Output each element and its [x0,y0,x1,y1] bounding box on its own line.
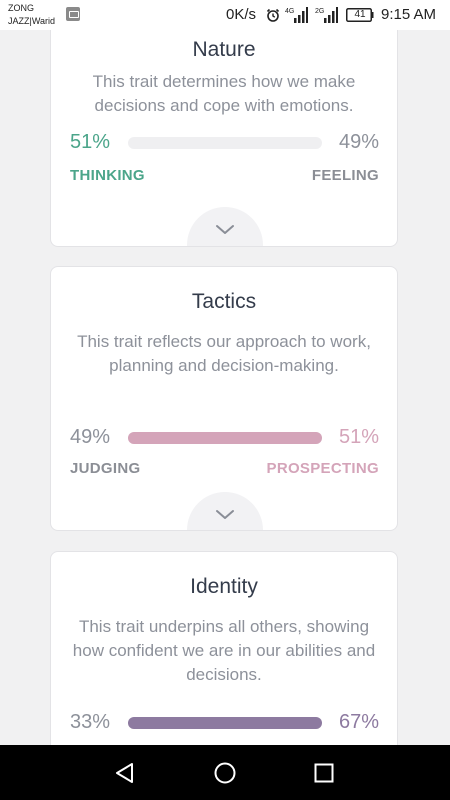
chevron-down-icon [216,510,234,519]
trait-bar-fill [128,432,322,444]
navigation-bar [0,745,450,800]
network-speed: 0K/s [226,6,257,23]
left-percent: 51% [70,131,111,153]
trait-description: This trait underpins all others, showing… [72,617,376,684]
carrier-name-1: ZONG [8,3,34,13]
right-percent: 49% [338,131,379,153]
right-trait-label: FEELING [311,167,379,184]
trait-description: This trait reflects our approach to work… [77,332,371,375]
right-trait-label: PROSPECTING [266,460,379,477]
back-icon[interactable] [112,760,138,786]
trait-title: Tactics [191,290,257,313]
trait-bar-fill [128,717,322,729]
left-trait-label: THINKING [70,167,145,184]
signal-icon: 4G [285,7,308,23]
expand-button[interactable] [187,492,263,530]
network-type-label: 4G [285,8,294,15]
right-percent: 67% [338,711,379,733]
status-bar: ZONG JAZZ|Warid 0K/s 4G 2G 41 9:15 AM [0,0,450,30]
alarm-icon [266,8,280,22]
left-trait-label: JUDGING [70,460,141,477]
trait-bar [128,137,322,149]
trait-card-nature[interactable]: Nature This trait determines how we make… [50,30,398,247]
trait-list[interactable]: Nature This trait determines how we make… [0,30,450,745]
chevron-down-icon [216,225,234,234]
recents-icon[interactable] [311,760,337,786]
trait-card-tactics[interactable]: Tactics This trait reflects our approach… [50,266,398,531]
battery-level: 41 [354,9,366,20]
signal-icon: 2G [315,7,338,23]
carrier-name-2: JAZZ|Warid [8,16,56,26]
trait-bar [128,717,322,729]
trait-card-identity[interactable]: Identity This trait underpins all others… [50,551,398,745]
trait-description: This trait determines how we make decisi… [92,72,356,115]
notification-icon [66,7,80,21]
trait-bar [128,432,322,444]
expand-button[interactable] [187,207,263,246]
trait-title: Nature [192,38,256,61]
network-type-label: 2G [315,8,324,15]
left-percent: 33% [70,711,111,733]
trait-title: Identity [190,575,258,598]
right-percent: 51% [338,426,379,448]
clock: 9:15 AM [381,6,437,23]
home-icon[interactable] [212,760,238,786]
left-percent: 49% [70,426,111,448]
